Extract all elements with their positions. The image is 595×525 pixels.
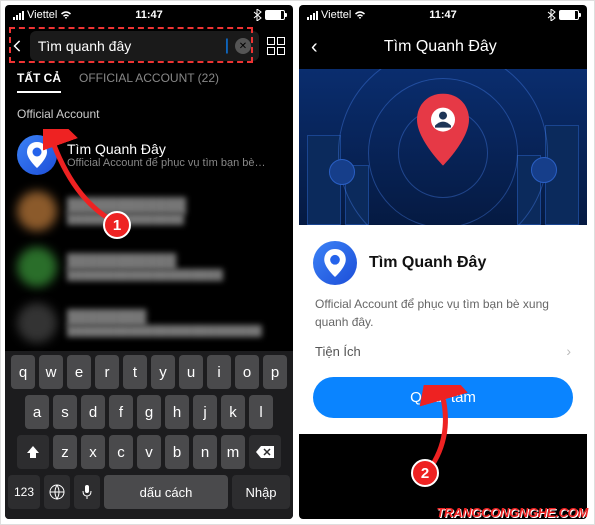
key-b[interactable]: b bbox=[165, 435, 189, 469]
key-w[interactable]: w bbox=[39, 355, 63, 389]
key-f[interactable]: f bbox=[109, 395, 133, 429]
status-bar: Viettel 11:47 bbox=[5, 5, 293, 25]
key-u[interactable]: u bbox=[179, 355, 203, 389]
carrier-label: Viettel bbox=[27, 9, 57, 21]
bluetooth-icon bbox=[546, 9, 556, 21]
result-title: Tìm Quanh Đây bbox=[67, 141, 267, 157]
list-item[interactable]: ███████████████████████████████ bbox=[5, 239, 293, 295]
header: ‹ Tìm Quanh Đây bbox=[299, 25, 587, 69]
follow-button[interactable]: Quan tâm bbox=[313, 377, 573, 418]
key-a[interactable]: a bbox=[25, 395, 49, 429]
wifi-icon bbox=[354, 10, 366, 20]
key-j[interactable]: j bbox=[193, 395, 217, 429]
backspace-key[interactable] bbox=[249, 435, 281, 469]
key-m[interactable]: m bbox=[221, 435, 245, 469]
keyboard: qwertyuiop asdfghjkl zxcvbnm 123 dấu các… bbox=[5, 351, 293, 519]
key-o[interactable]: o bbox=[235, 355, 259, 389]
clock: 11:47 bbox=[429, 9, 457, 21]
bluetooth-icon bbox=[252, 9, 262, 21]
enter-key[interactable]: Nhập bbox=[232, 475, 290, 509]
location-pin-icon bbox=[313, 241, 357, 285]
mic-key[interactable] bbox=[74, 475, 100, 509]
key-y[interactable]: y bbox=[151, 355, 175, 389]
account-title: Tìm Quanh Đây bbox=[369, 254, 486, 272]
result-subtitle: Official Account để phục vụ tìm bạn bè x… bbox=[67, 157, 267, 169]
location-pin-icon bbox=[415, 93, 471, 165]
battery-icon bbox=[265, 10, 285, 20]
status-bar: Viettel 11:47 bbox=[299, 5, 587, 25]
key-x[interactable]: x bbox=[81, 435, 105, 469]
search-input[interactable] bbox=[38, 38, 219, 54]
numeric-key[interactable]: 123 bbox=[8, 475, 40, 509]
result-tim-quanh-day[interactable]: Tìm Quanh Đây Official Account để phục v… bbox=[5, 127, 293, 183]
annotation-badge-2: 2 bbox=[411, 459, 439, 487]
utility-row[interactable]: Tiện Ích › bbox=[313, 331, 573, 371]
tab-official-account[interactable]: OFFICIAL ACCOUNT (22) bbox=[79, 71, 219, 93]
phone-screen-search: Viettel 11:47 | ✕ TẤT CẢ OFFICIAL ACCOUN… bbox=[5, 5, 293, 519]
watermark: TRANGCONGNGHE.COM bbox=[436, 505, 588, 520]
account-description: Official Account để phục vụ tìm bạn bè x… bbox=[315, 295, 573, 331]
avatar-icon bbox=[329, 159, 355, 185]
key-r[interactable]: r bbox=[95, 355, 119, 389]
qr-icon[interactable] bbox=[267, 37, 285, 55]
battery-icon bbox=[559, 10, 579, 20]
utility-label: Tiện Ích bbox=[315, 344, 361, 359]
key-e[interactable]: e bbox=[67, 355, 91, 389]
signal-icon bbox=[307, 11, 318, 20]
carrier-label: Viettel bbox=[321, 9, 351, 21]
key-s[interactable]: s bbox=[53, 395, 77, 429]
shift-key[interactable] bbox=[17, 435, 49, 469]
key-d[interactable]: d bbox=[81, 395, 105, 429]
chevron-right-icon: › bbox=[566, 343, 571, 359]
globe-key[interactable] bbox=[44, 475, 70, 509]
key-k[interactable]: k bbox=[221, 395, 245, 429]
key-z[interactable]: z bbox=[53, 435, 77, 469]
signal-icon bbox=[13, 11, 24, 20]
clock: 11:47 bbox=[135, 9, 163, 21]
avatar-icon bbox=[531, 157, 557, 183]
tabs: TẤT CẢ OFFICIAL ACCOUNT (22) bbox=[5, 67, 293, 97]
location-pin-icon bbox=[17, 135, 57, 175]
key-l[interactable]: l bbox=[249, 395, 273, 429]
search-box[interactable]: | ✕ bbox=[30, 31, 259, 61]
back-icon[interactable]: ‹ bbox=[311, 36, 318, 59]
annotation-badge-1: 1 bbox=[103, 211, 131, 239]
page-title: Tìm Quanh Đây bbox=[318, 38, 563, 56]
space-key[interactable]: dấu cách bbox=[104, 475, 228, 509]
key-q[interactable]: q bbox=[11, 355, 35, 389]
hero-illustration bbox=[299, 69, 587, 225]
key-n[interactable]: n bbox=[193, 435, 217, 469]
wifi-icon bbox=[60, 10, 72, 20]
clear-search-icon[interactable]: ✕ bbox=[235, 38, 251, 54]
key-i[interactable]: i bbox=[207, 355, 231, 389]
key-p[interactable]: p bbox=[263, 355, 287, 389]
tab-all[interactable]: TẤT CẢ bbox=[17, 71, 61, 93]
key-v[interactable]: v bbox=[137, 435, 161, 469]
section-header: Official Account bbox=[5, 97, 293, 127]
key-c[interactable]: c bbox=[109, 435, 133, 469]
key-h[interactable]: h bbox=[165, 395, 189, 429]
phone-screen-detail: Viettel 11:47 ‹ Tìm Quanh Đây bbox=[299, 5, 587, 519]
list-item[interactable]: ███████████████████████████ bbox=[5, 183, 293, 239]
key-g[interactable]: g bbox=[137, 395, 161, 429]
list-item[interactable]: █████████████████████████████████ bbox=[5, 295, 293, 351]
back-icon[interactable] bbox=[13, 38, 22, 54]
key-t[interactable]: t bbox=[123, 355, 147, 389]
